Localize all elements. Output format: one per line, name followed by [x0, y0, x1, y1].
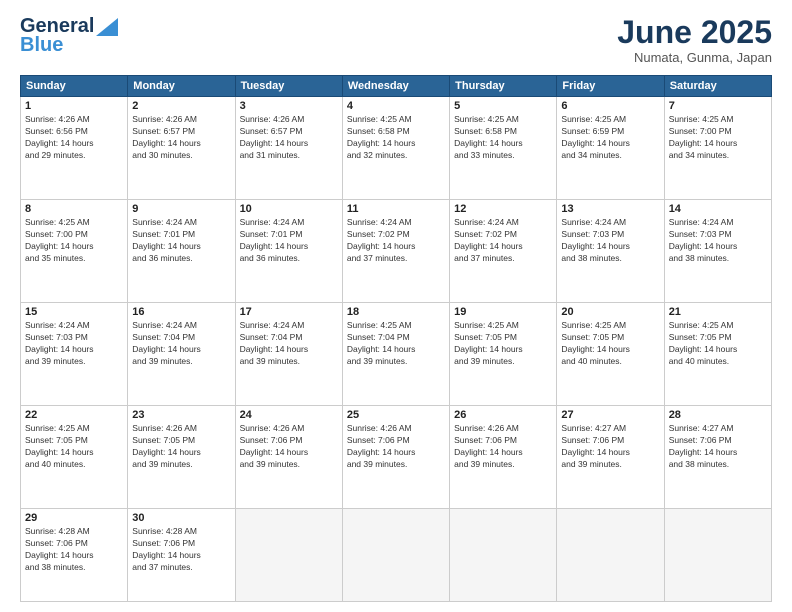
day-18: 18 Sunrise: 4:25 AMSunset: 7:04 PMDaylig… — [342, 303, 449, 406]
page: General Blue June 2025 Numata, Gunma, Ja… — [0, 0, 792, 612]
day-6: 6 Sunrise: 4:25 AMSunset: 6:59 PMDayligh… — [557, 97, 664, 200]
day-22: 22 Sunrise: 4:25 AMSunset: 7:05 PMDaylig… — [21, 406, 128, 509]
header-saturday: Saturday — [664, 76, 771, 97]
title-block: June 2025 Numata, Gunma, Japan — [617, 15, 772, 65]
day-30: 30 Sunrise: 4:28 AMSunset: 7:06 PMDaylig… — [128, 509, 235, 602]
header-thursday: Thursday — [450, 76, 557, 97]
day-24: 24 Sunrise: 4:26 AMSunset: 7:06 PMDaylig… — [235, 406, 342, 509]
table-row: 29 Sunrise: 4:28 AMSunset: 7:06 PMDaylig… — [21, 509, 772, 602]
day-25: 25 Sunrise: 4:26 AMSunset: 7:06 PMDaylig… — [342, 406, 449, 509]
day-4: 4 Sunrise: 4:25 AMSunset: 6:58 PMDayligh… — [342, 97, 449, 200]
day-1: 1 Sunrise: 4:26 AMSunset: 6:56 PMDayligh… — [21, 97, 128, 200]
day-8: 8 Sunrise: 4:25 AMSunset: 7:00 PMDayligh… — [21, 200, 128, 303]
day-28: 28 Sunrise: 4:27 AMSunset: 7:06 PMDaylig… — [664, 406, 771, 509]
empty-cell — [342, 509, 449, 602]
weekday-header-row: Sunday Monday Tuesday Wednesday Thursday… — [21, 76, 772, 97]
calendar-table: Sunday Monday Tuesday Wednesday Thursday… — [20, 75, 772, 602]
table-row: 15 Sunrise: 4:24 AMSunset: 7:03 PMDaylig… — [21, 303, 772, 406]
empty-cell — [450, 509, 557, 602]
day-21: 21 Sunrise: 4:25 AMSunset: 7:05 PMDaylig… — [664, 303, 771, 406]
logo: General Blue — [20, 15, 118, 57]
table-row: 1 Sunrise: 4:26 AMSunset: 6:56 PMDayligh… — [21, 97, 772, 200]
empty-cell — [557, 509, 664, 602]
day-26: 26 Sunrise: 4:26 AMSunset: 7:06 PMDaylig… — [450, 406, 557, 509]
day-15: 15 Sunrise: 4:24 AMSunset: 7:03 PMDaylig… — [21, 303, 128, 406]
location: Numata, Gunma, Japan — [617, 50, 772, 65]
day-5: 5 Sunrise: 4:25 AMSunset: 6:58 PMDayligh… — [450, 97, 557, 200]
header-sunday: Sunday — [21, 76, 128, 97]
table-row: 8 Sunrise: 4:25 AMSunset: 7:00 PMDayligh… — [21, 200, 772, 303]
day-3: 3 Sunrise: 4:26 AMSunset: 6:57 PMDayligh… — [235, 97, 342, 200]
day-19: 19 Sunrise: 4:25 AMSunset: 7:05 PMDaylig… — [450, 303, 557, 406]
day-20: 20 Sunrise: 4:25 AMSunset: 7:05 PMDaylig… — [557, 303, 664, 406]
logo-blue: Blue — [20, 34, 63, 57]
day-7: 7 Sunrise: 4:25 AMSunset: 7:00 PMDayligh… — [664, 97, 771, 200]
day-23: 23 Sunrise: 4:26 AMSunset: 7:05 PMDaylig… — [128, 406, 235, 509]
day-17: 17 Sunrise: 4:24 AMSunset: 7:04 PMDaylig… — [235, 303, 342, 406]
header-monday: Monday — [128, 76, 235, 97]
day-16: 16 Sunrise: 4:24 AMSunset: 7:04 PMDaylig… — [128, 303, 235, 406]
day-12: 12 Sunrise: 4:24 AMSunset: 7:02 PMDaylig… — [450, 200, 557, 303]
day-13: 13 Sunrise: 4:24 AMSunset: 7:03 PMDaylig… — [557, 200, 664, 303]
header-friday: Friday — [557, 76, 664, 97]
month-title: June 2025 — [617, 15, 772, 50]
header-tuesday: Tuesday — [235, 76, 342, 97]
day-2: 2 Sunrise: 4:26 AMSunset: 6:57 PMDayligh… — [128, 97, 235, 200]
day-14: 14 Sunrise: 4:24 AMSunset: 7:03 PMDaylig… — [664, 200, 771, 303]
header: General Blue June 2025 Numata, Gunma, Ja… — [20, 15, 772, 65]
day-11: 11 Sunrise: 4:24 AMSunset: 7:02 PMDaylig… — [342, 200, 449, 303]
empty-cell — [664, 509, 771, 602]
day-10: 10 Sunrise: 4:24 AMSunset: 7:01 PMDaylig… — [235, 200, 342, 303]
day-29: 29 Sunrise: 4:28 AMSunset: 7:06 PMDaylig… — [21, 509, 128, 602]
table-row: 22 Sunrise: 4:25 AMSunset: 7:05 PMDaylig… — [21, 406, 772, 509]
day-27: 27 Sunrise: 4:27 AMSunset: 7:06 PMDaylig… — [557, 406, 664, 509]
empty-cell — [235, 509, 342, 602]
header-wednesday: Wednesday — [342, 76, 449, 97]
day-9: 9 Sunrise: 4:24 AMSunset: 7:01 PMDayligh… — [128, 200, 235, 303]
logo-arrow-icon — [96, 18, 118, 36]
